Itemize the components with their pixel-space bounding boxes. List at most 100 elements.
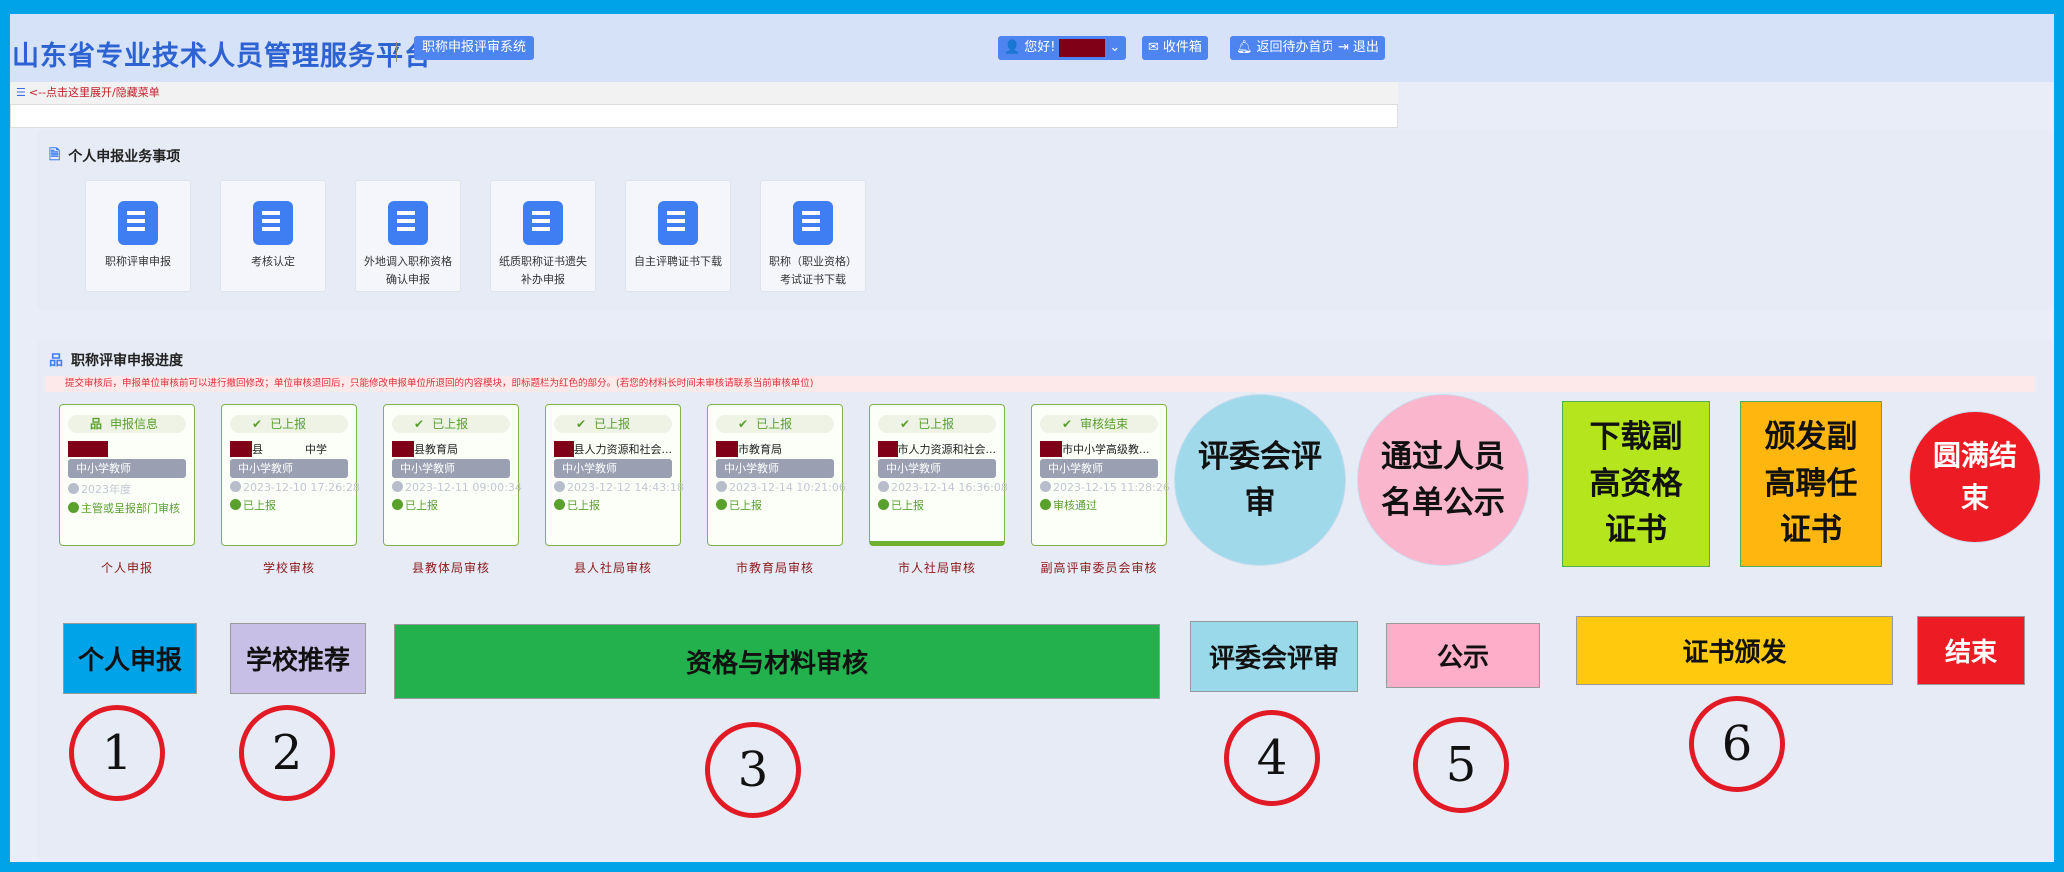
stage-label: 县人社局审核 <box>573 561 652 575</box>
clock-icon <box>878 481 889 492</box>
step-shape: 评委会评审 <box>1174 394 1346 566</box>
card-time-text: 2023-12-10 17:26:28 <box>243 481 360 494</box>
redacted-name <box>1040 441 1062 457</box>
card-org: 县 中学 <box>230 441 348 457</box>
step-shape: 下载副高资格证书 <box>1562 401 1710 567</box>
system-button[interactable]: 职称申报评审系统 <box>414 36 535 60</box>
service-tile[interactable]: 自主评聘证书下载 <box>625 180 731 292</box>
card-info: 已上报 <box>878 497 996 513</box>
user-menu[interactable]: 👤 您好! ⌄ <box>998 36 1127 60</box>
user-icon: 👤 <box>1004 40 1021 55</box>
card-status: 品申报信息 <box>68 415 186 433</box>
divider <box>396 42 397 62</box>
card-org <box>68 441 186 457</box>
phase-bar: 资格与材料审核 <box>394 624 1160 699</box>
home-button[interactable]: 🔔︎ 返回待办首页 <box>1230 36 1341 60</box>
card-status-text: 已上报 <box>432 417 469 431</box>
progress-card[interactable]: ✔ 已上报 县人力资源和社会... 中小学教师 2023-12-12 14:43:18 已… <box>545 404 684 546</box>
redacted-name <box>230 441 252 457</box>
card-time-text: 2023-12-14 16:36:08 <box>891 481 1008 494</box>
map-pin-icon <box>388 201 428 245</box>
home-label: 返回待办首页 <box>1256 40 1335 55</box>
inbox-label: 收件箱 <box>1162 40 1202 55</box>
check-icon: ✔ <box>576 417 587 431</box>
clock-icon <box>68 483 79 494</box>
card-time: 2023-12-15 11:28:26 <box>1040 481 1170 494</box>
progress-card[interactable]: ✔ 已上报 市人力资源和社会... 中小学教师 2023-12-14 16:36:08 已… <box>869 404 1008 546</box>
progress-card[interactable]: ✔ 审核结束 市中小学高级教... 中小学教师 2023-12-15 11:28:26 审… <box>1031 404 1170 546</box>
card-info: 审核通过 <box>1040 497 1158 513</box>
progress-card[interactable]: 品申报信息中小学教师 2023年度主管或呈报部门审核 <box>59 404 195 546</box>
inbox-button[interactable]: ✉ 收件箱 <box>1142 36 1208 60</box>
card-time-text: 2023年度 <box>81 483 131 496</box>
logout-button[interactable]: ⇥ 退出 <box>1332 36 1385 60</box>
card-org: 县人力资源和社会... <box>554 441 672 457</box>
card-time: 2023-12-14 10:21:06 <box>716 481 846 494</box>
card-status: ✔ 已上报 <box>230 415 348 433</box>
phase-bar: 个人申报 <box>63 623 197 694</box>
id-card-icon <box>523 201 563 245</box>
card-time-text: 2023-12-15 11:28:26 <box>1053 481 1170 494</box>
service-tile[interactable]: 纸质职称证书遗失补办申报 <box>490 180 596 292</box>
card-info-text: 已上报 <box>729 499 762 512</box>
step-number: 6 <box>1689 696 1785 792</box>
info-icon <box>1040 499 1051 510</box>
redacted-name <box>554 441 574 457</box>
menu-toggle[interactable]: ☰ <--点击这里展开/隐藏菜单 <box>10 82 1398 104</box>
progress-card[interactable]: ✔ 已上报县 中学中小学教师 2023-12-10 17:26:28 已上报 <box>221 404 360 546</box>
progress-card[interactable]: ✔ 已上报 县教育局 中小学教师 2023-12-11 09:00:34 已上报 <box>383 404 522 546</box>
step-number: 4 <box>1224 710 1320 806</box>
card-type: 中小学教师 <box>878 459 996 478</box>
list-icon: ☰ <box>16 86 26 99</box>
card-status-text: 已上报 <box>270 417 307 431</box>
stage-label: 副高评审委员会审核 <box>1040 561 1158 575</box>
check-icon: ✔ <box>414 417 425 431</box>
document-icon: 🗎 <box>49 147 61 163</box>
card-org-text: 市教育局 <box>738 443 782 456</box>
card-time-text: 2023-12-12 14:43:18 <box>567 481 684 494</box>
card-type: 中小学教师 <box>68 459 186 478</box>
service-tile[interactable]: 考核认定 <box>220 180 326 292</box>
content-strip <box>10 104 1398 128</box>
progress-note: 提交审核后，申报单位审核前可以进行撤回修改；单位审核退回后，只能修改申报单位所退… <box>45 376 2035 392</box>
card-time: 2023-12-10 17:26:28 <box>230 481 360 494</box>
card-info-text: 已上报 <box>567 499 600 512</box>
user-list-icon <box>658 201 698 245</box>
redacted-username <box>1059 39 1106 57</box>
stage-label: 学校审核 <box>262 561 315 575</box>
card-type: 中小学教师 <box>1040 459 1158 478</box>
info-icon <box>230 499 241 510</box>
card-time-text: 2023-12-11 09:00:34 <box>405 481 522 494</box>
services-title-text: 个人申报业务事项 <box>68 149 181 165</box>
services-title: 🗎 个人申报业务事项 <box>49 144 180 168</box>
step-shape: 颁发副高聘任证书 <box>1740 401 1882 567</box>
card-status-text: 已上报 <box>756 417 793 431</box>
menu-toggle-label: <--点击这里展开/隐藏菜单 <box>28 86 160 99</box>
redacted-name <box>392 441 414 457</box>
card-time: 2023-12-11 09:00:34 <box>392 481 522 494</box>
card-org: 县教育局 <box>392 441 510 457</box>
card-info-text: 主管或呈报部门审核 <box>81 502 180 515</box>
bell-icon: 🔔︎ <box>1236 40 1253 55</box>
info-icon <box>554 499 565 510</box>
service-tile-label: 自主评聘证书下载 <box>634 255 722 268</box>
check-icon: ✔ <box>1062 417 1073 431</box>
service-tile-label: 考核认定 <box>251 255 295 268</box>
header: 山东省专业技术人员管理服务平台 职称申报评审系统 👤 您好! ⌄ ✉ 收件箱 🔔︎ 返回… <box>10 14 2054 82</box>
service-tile-label: 外地调入职称资格确认申报 <box>364 255 452 286</box>
card-status-text: 审核结束 <box>1080 417 1129 431</box>
service-tile[interactable]: 外地调入职称资格确认申报 <box>355 180 461 292</box>
service-tile[interactable]: 职称评审申报 <box>85 180 191 292</box>
step-number: 5 <box>1413 717 1509 813</box>
edit-document-icon <box>118 201 158 245</box>
logout-label: 退出 <box>1352 40 1379 55</box>
service-tile[interactable]: 职称（职业资格）考试证书下载 <box>760 180 866 292</box>
platform-title: 山东省专业技术人员管理服务平台 <box>12 41 432 72</box>
card-type: 中小学教师 <box>230 459 348 478</box>
card-info-text: 已上报 <box>405 499 438 512</box>
step-shape: 通过人员名单公示 <box>1357 394 1529 566</box>
step-number: 1 <box>69 705 165 801</box>
card-time: 2023年度 <box>68 481 186 497</box>
progress-card[interactable]: ✔ 已上报 市教育局 中小学教师 2023-12-14 10:21:06 已上报 <box>707 404 846 546</box>
clock-icon <box>716 481 727 492</box>
